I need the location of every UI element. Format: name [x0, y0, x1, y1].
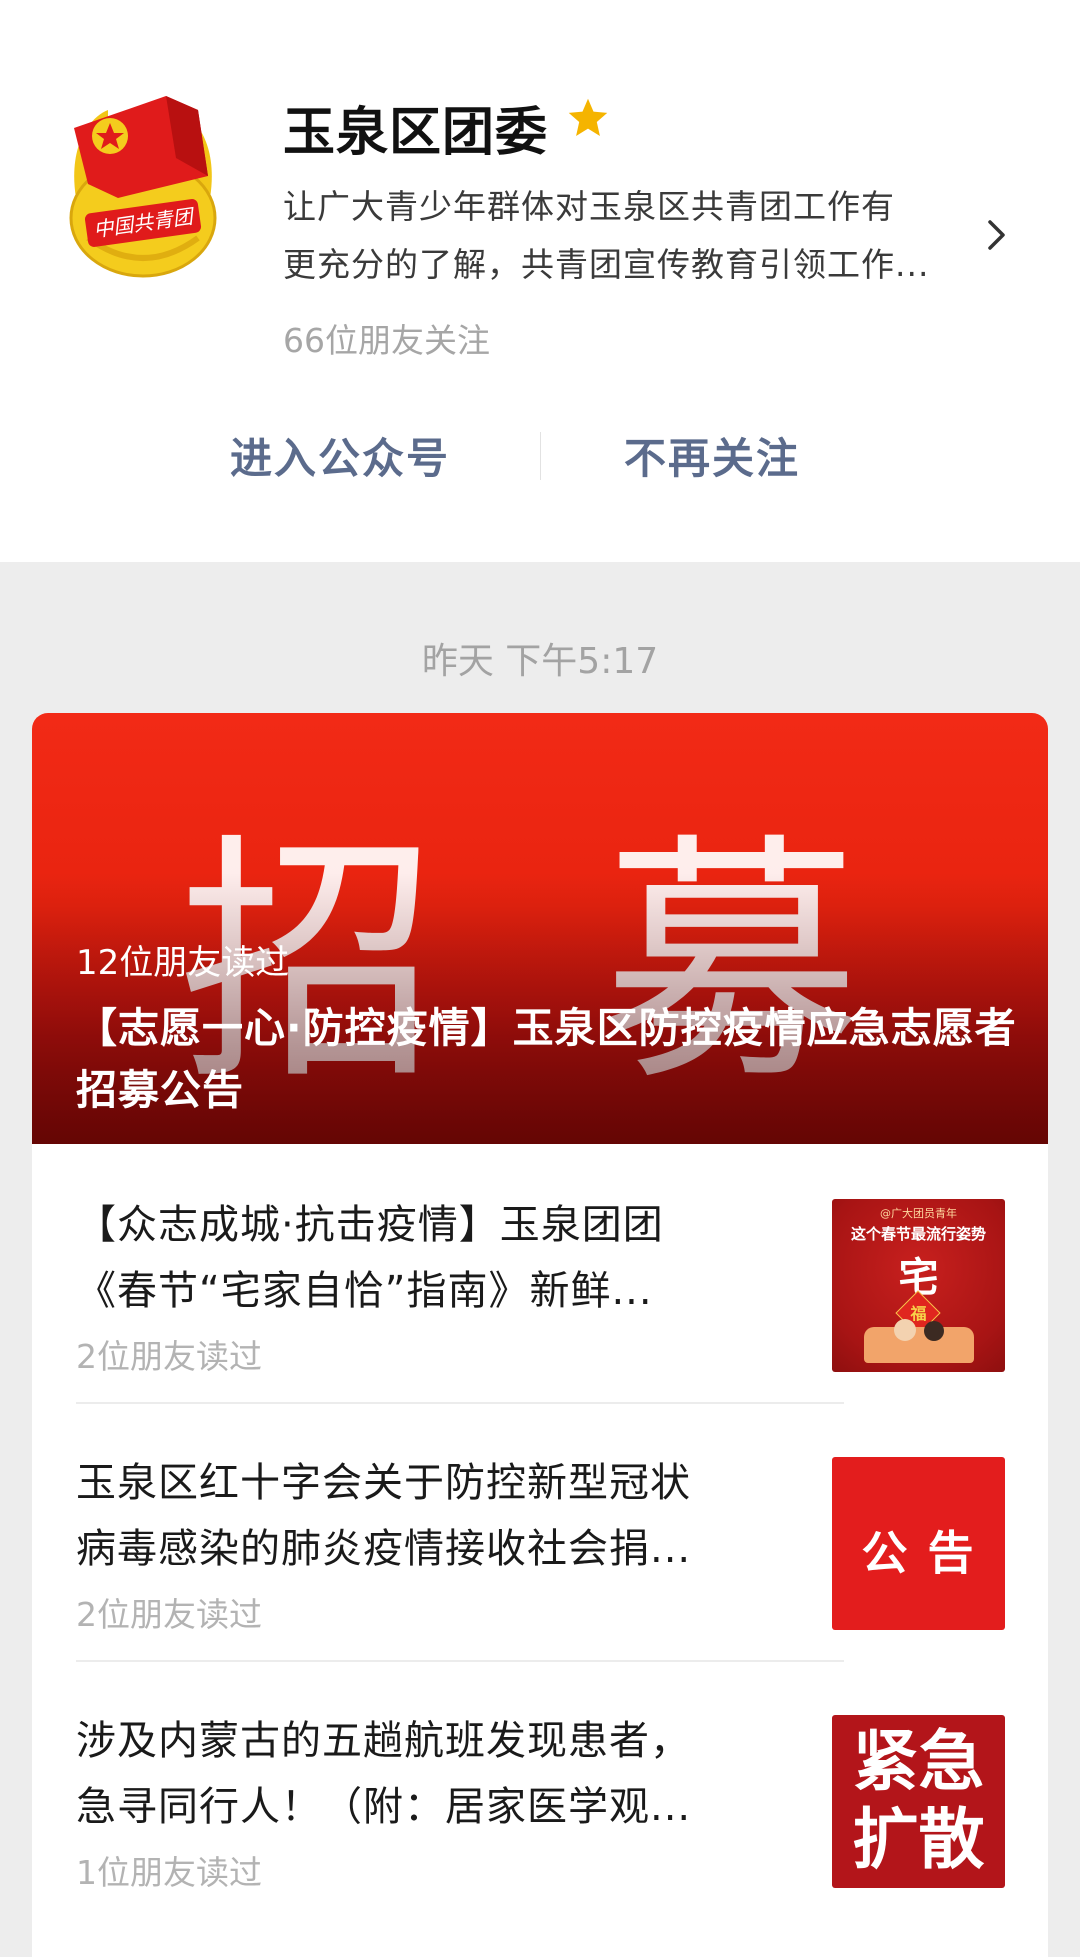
cover-article[interactable]: 招 募 12位朋友读过 【志愿一心·防控疫情】玉泉区防控疫情应急志愿者招募公告 — [32, 713, 1048, 1144]
cover-article-title: 【志愿一心·防控疫情】玉泉区防控疫情应急志愿者招募公告 — [76, 1004, 1017, 1114]
article-item[interactable]: 涉及内蒙古的五趟航班发现患者， 急寻同行人！（附：居家医学观... 1位朋友读过… — [32, 1660, 1048, 1918]
article-read-count: 2位朋友读过 — [76, 1337, 262, 1376]
thumbnail-text: 扩散 — [852, 1801, 985, 1878]
followers-count: 66位朋友关注 — [283, 321, 490, 360]
article-thumbnail: @广大团员青年 这个春节最流行姿势 宅 福 — [832, 1199, 1005, 1372]
unfollow-button[interactable]: 不再关注 — [624, 425, 800, 486]
thumbnail-caption: @广大团员青年 — [880, 1207, 957, 1220]
description-line: 更充分的了解，共青团宣传教育引领工作... — [283, 245, 930, 284]
thumbnail-person — [924, 1321, 944, 1341]
article-title-line: 《春节“宅家自恰”指南》新鲜... — [76, 1268, 653, 1314]
cover-read-count: 12位朋友读过 — [76, 943, 290, 983]
enter-account-button[interactable]: 进入公众号 — [230, 425, 450, 486]
button-divider — [540, 432, 541, 480]
communist-youth-league-logo: 中国共青团 — [69, 96, 217, 278]
article-item[interactable]: 玉泉区红十字会关于防控新型冠状 病毒感染的肺炎疫情接收社会捐... 2位朋友读过… — [32, 1402, 1048, 1660]
article-title: 玉泉区红十字会关于防控新型冠状 病毒感染的肺炎疫情接收社会捐... — [76, 1450, 776, 1582]
article-item[interactable]: 【众志成城·抗击疫情】玉泉团团 《春节“宅家自恰”指南》新鲜... 2位朋友读过… — [32, 1144, 1048, 1402]
account-header: 中国共青团 玉泉区团委 让广大青少年群体对玉泉区共青团工作有 更充分的了解，共青… — [0, 0, 1080, 562]
thumbnail-caption: 这个春节最流行姿势 — [850, 1225, 986, 1243]
article-read-count: 2位朋友读过 — [76, 1595, 262, 1634]
thumbnail-text: 紧急 — [852, 1723, 985, 1800]
article-thumbnail: 紧急 扩散 — [832, 1715, 1005, 1888]
thumbnail-fu-char: 福 — [910, 1304, 927, 1323]
account-name: 玉泉区团委 — [283, 103, 549, 163]
article-read-count: 1位朋友读过 — [76, 1853, 262, 1892]
article-title-line: 【众志成城·抗击疫情】玉泉团团 — [76, 1202, 664, 1248]
chevron-right-icon[interactable] — [986, 218, 1008, 252]
star-icon — [568, 98, 608, 136]
article-title-line: 玉泉区红十字会关于防控新型冠状 — [76, 1460, 691, 1506]
account-description[interactable]: 让广大青少年群体对玉泉区共青团工作有 更充分的了解，共青团宣传教育引领工作... — [283, 178, 973, 294]
thumbnail-person — [894, 1319, 916, 1341]
article-title: 涉及内蒙古的五趟航班发现患者， 急寻同行人！（附：居家医学观... — [76, 1708, 776, 1840]
article-thumbnail: 公 告 — [832, 1457, 1005, 1630]
thumbnail-sofa — [864, 1327, 974, 1363]
article-title-line: 急寻同行人！（附：居家医学观... — [76, 1784, 692, 1830]
description-line: 让广大青少年群体对玉泉区共青团工作有 — [283, 187, 895, 226]
article-title: 【众志成城·抗击疫情】玉泉团团 《春节“宅家自恰”指南》新鲜... — [76, 1192, 776, 1324]
article-title-line: 病毒感染的肺炎疫情接收社会捐... — [76, 1526, 692, 1572]
thumbnail-text: 公 告 — [861, 1526, 976, 1580]
message-timestamp: 昨天 下午5:17 — [421, 641, 659, 682]
article-title-line: 涉及内蒙古的五趟航班发现患者， — [76, 1718, 691, 1764]
article-card: 招 募 12位朋友读过 【志愿一心·防控疫情】玉泉区防控疫情应急志愿者招募公告 … — [32, 713, 1048, 1957]
